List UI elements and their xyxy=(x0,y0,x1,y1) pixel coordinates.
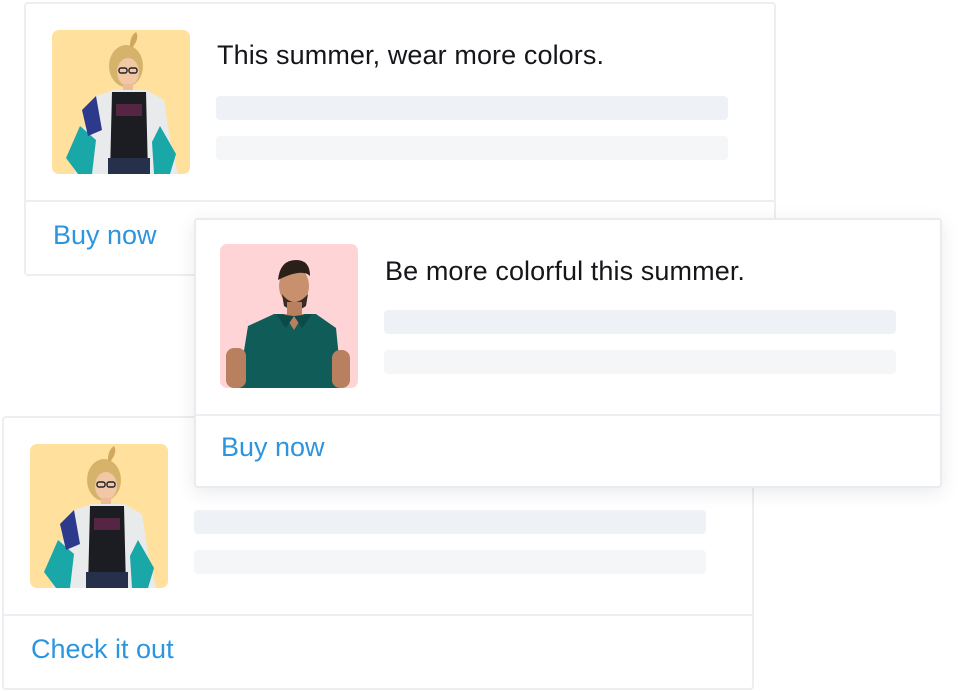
placeholder-line xyxy=(194,550,706,574)
check-it-out-link[interactable]: Check it out xyxy=(31,634,174,665)
placeholder-line xyxy=(216,96,728,120)
placeholder-line xyxy=(194,510,706,534)
divider xyxy=(4,614,752,616)
product-thumbnail xyxy=(30,444,168,588)
product-thumbnail xyxy=(52,30,190,174)
man-photo-icon xyxy=(220,244,358,388)
card-title: This summer, wear more colors. xyxy=(217,40,605,70)
divider xyxy=(196,414,940,416)
woman-photo-icon xyxy=(30,444,168,588)
card-title: Be more colorful this summer. xyxy=(385,256,746,286)
woman-photo-icon xyxy=(52,30,190,174)
divider xyxy=(26,200,774,202)
placeholder-line xyxy=(384,350,896,374)
product-thumbnail xyxy=(220,244,358,388)
buy-now-link[interactable]: Buy now xyxy=(221,432,325,463)
buy-now-link[interactable]: Buy now xyxy=(53,220,157,251)
product-card: Be more colorful this summer. Buy now xyxy=(194,218,942,488)
placeholder-line xyxy=(384,310,896,334)
placeholder-line xyxy=(216,136,728,160)
